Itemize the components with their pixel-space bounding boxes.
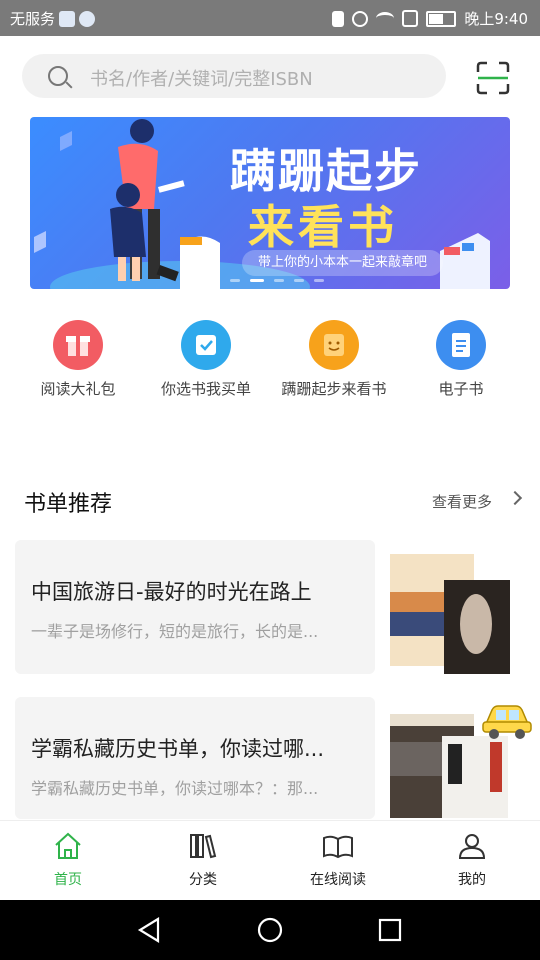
nav-category[interactable]: 分类 [143,831,263,889]
quick-actions: 阅读大礼包 你选书我买单 蹒跚起步来看书 电子书 [0,320,540,410]
booklist-subtitle: 一辈子是场修行，短的是旅行，长的是... [31,622,319,641]
carrier-label: 无服务 [10,10,56,28]
quick-label: 蹒跚起步来看书 [281,380,387,398]
quick-gift-pack[interactable]: 阅读大礼包 [14,320,142,399]
booklist-title: 中国旅游日-最好的时光在路上 [31,580,312,604]
banner-tagline: 带上你的小本本一起来敲章吧 [242,250,444,276]
banner-dot-active[interactable] [250,279,264,282]
chevron-right-icon [507,490,523,506]
back-icon[interactable] [136,917,162,943]
recents-icon[interactable] [378,918,402,942]
nav-me[interactable]: 我的 [412,831,532,889]
booklist-covers [390,554,510,674]
gift-icon [53,320,103,370]
banner-title-line2: 来看书 [248,200,398,254]
quick-start-reading[interactable]: 蹒跚起步来看书 [270,320,398,399]
books-icon [190,834,217,859]
status-bar: 无服务 晚上9:40 [0,0,540,36]
nav-online-reading[interactable]: 在线阅读 [278,831,398,889]
section-title: 书单推荐 [24,492,113,517]
banner-dot[interactable] [314,279,324,282]
shield-icon [59,10,76,27]
quick-ebook[interactable]: 电子书 [397,320,525,399]
smiley-book-icon [309,320,359,370]
quick-label: 电子书 [438,380,484,398]
booklist-card[interactable]: 学霸私藏历史书单，你读过哪... 学霸私藏历史书单，你读过哪本？：那... [15,697,375,819]
quick-pick-book[interactable]: 你选书我买单 [142,320,270,399]
banner-dot[interactable] [294,279,304,282]
alarm-icon [352,10,369,27]
vibrate-icon [332,10,345,27]
wifi-icon [376,12,395,25]
nav-label: 我的 [458,872,486,888]
promo-banner[interactable]: 蹒跚起步 来看书 带上你的小本本一起来敲章吧 [30,117,510,289]
open-book-icon [323,835,353,859]
banner-dot[interactable] [274,279,284,282]
see-more-link[interactable]: 查看更多 [432,491,492,512]
nav-label: 分类 [189,872,217,888]
battery-icon [426,10,457,27]
search-icon [48,66,68,86]
booklist-title: 学霸私藏历史书单，你读过哪... [31,737,325,761]
search-bar[interactable]: 书名/作者/关键词/完整ISBN [22,54,446,98]
document-icon [436,320,486,370]
taxi-icon[interactable] [480,700,534,742]
booklist-subtitle: 学霸私藏历史书单，你读过哪本？：那... [31,779,319,798]
quick-label: 阅读大礼包 [40,380,116,398]
scan-icon[interactable] [476,61,510,95]
user-icon [458,834,486,859]
home-circle-icon[interactable] [257,917,283,943]
nav-label: 在线阅读 [310,872,366,888]
search-placeholder: 书名/作者/关键词/完整ISBN [90,69,313,90]
banner-pagination [230,279,324,282]
quick-label: 你选书我买单 [160,380,251,398]
status-time: 晚上9:40 [464,10,528,28]
android-icon [79,10,96,27]
nav-home[interactable]: 首页 [8,831,128,889]
sim-icon [402,10,419,27]
system-nav-bar [0,900,540,960]
checkbox-icon [181,320,231,370]
nav-label: 首页 [54,872,82,888]
booklist-card[interactable]: 中国旅游日-最好的时光在路上 一辈子是场修行，短的是旅行，长的是... [15,540,375,674]
bottom-nav: 首页 分类 在线阅读 我的 [0,820,540,901]
home-icon [55,832,81,859]
banner-dot[interactable] [230,279,240,282]
